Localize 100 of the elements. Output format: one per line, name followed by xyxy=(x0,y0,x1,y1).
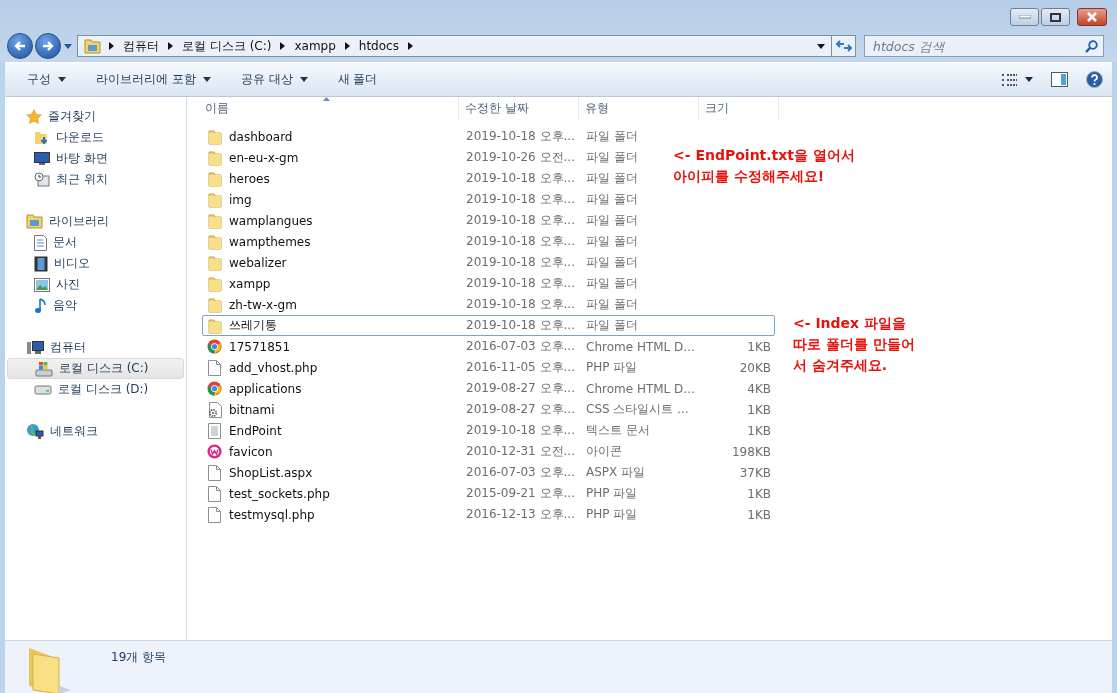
sidebar-item[interactable]: 로컬 디스크 (D:) xyxy=(7,379,184,400)
sidebar-item[interactable]: 비디오 xyxy=(7,253,184,274)
column-header[interactable]: 이름 xyxy=(187,97,459,119)
sidebar-item[interactable]: 바탕 화면 xyxy=(7,148,184,169)
sidebar-item[interactable]: 컴퓨터 xyxy=(7,337,184,358)
gear-file-icon xyxy=(207,401,222,418)
sidebar-item[interactable]: 네트워크 xyxy=(7,421,184,442)
modified-date: 2010-12-31 오전... xyxy=(466,443,575,460)
picture-icon xyxy=(34,277,50,292)
file-type: 파일 폴더 xyxy=(586,233,638,250)
folder-icon xyxy=(207,296,222,313)
forward-button[interactable] xyxy=(35,33,61,59)
document-icon xyxy=(34,234,47,251)
file-name: favicon xyxy=(229,444,273,459)
browser-icon xyxy=(207,381,222,396)
file-icon xyxy=(208,464,221,481)
sidebar-item[interactable]: 로컬 디스크 (C:) xyxy=(7,358,184,379)
maximize-button[interactable] xyxy=(1041,8,1070,26)
search-field[interactable]: htdocs 검색 xyxy=(864,35,1104,57)
sidebar-item[interactable]: 즐겨찾기 xyxy=(7,106,184,127)
annotation-note: <- Index 파일을 따로 폴더를 만들어 서 숨겨주세요. xyxy=(793,314,915,375)
refresh-button[interactable] xyxy=(832,35,856,57)
file-name: 쓰레기통 xyxy=(229,317,277,334)
file-type: PHP 파일 xyxy=(586,506,638,523)
file-name: test_sockets.php xyxy=(229,486,330,501)
modified-date: 2019-10-18 오후... xyxy=(466,191,575,208)
modified-date: 2019-10-18 오후... xyxy=(466,296,575,313)
breadcrumb-item[interactable]: 컴퓨터 xyxy=(123,37,159,55)
search-icon xyxy=(1085,40,1098,53)
breadcrumb-item[interactable]: xampp xyxy=(294,39,336,53)
modified-date: 2019-10-26 오전... xyxy=(466,149,575,166)
close-icon xyxy=(1086,12,1098,22)
file-icon xyxy=(208,359,221,376)
modified-date: 2019-10-18 오후... xyxy=(466,422,575,439)
wamp-logo-icon xyxy=(207,444,222,459)
file-type: CSS 스타일시트 ... xyxy=(586,401,689,418)
file-icon xyxy=(208,506,221,523)
column-header[interactable]: 수정한 날짜 xyxy=(459,97,579,119)
file-name: add_vhost.php xyxy=(229,360,318,375)
file-name: testmysql.php xyxy=(229,507,315,522)
chevron-icon xyxy=(168,42,173,50)
file-type: PHP 파일 xyxy=(586,485,638,502)
focused-row[interactable]: 쓰레기통 2019-10-18 오후... 파일 폴더 xyxy=(202,315,775,336)
file-name: heroes xyxy=(229,171,270,186)
sidebar-item[interactable]: 음악 xyxy=(7,295,184,316)
toolbar-button[interactable]: 공유 대상 xyxy=(230,67,318,92)
file-name: ShopList.aspx xyxy=(229,465,313,480)
caret-icon xyxy=(817,43,825,49)
breadcrumb-item[interactable]: htdocs xyxy=(358,39,399,53)
drive-icon xyxy=(34,384,52,395)
column-header[interactable]: 유형 xyxy=(579,97,699,119)
file-type: PHP 파일 xyxy=(586,359,638,376)
item-count: 19개 항목 xyxy=(111,649,167,666)
file-type: 파일 폴더 xyxy=(586,317,638,334)
file-name: applications xyxy=(229,381,302,396)
file-type: 파일 폴더 xyxy=(586,191,638,208)
address-bar[interactable]: 컴퓨터 로컬 디스크 (C:) xampp htdocs xyxy=(77,35,832,57)
folder-icon xyxy=(207,275,222,292)
toolbar-button[interactable]: 새 폴더 xyxy=(327,67,388,92)
star-icon xyxy=(26,108,42,125)
file-name: wamplangues xyxy=(229,213,313,228)
maximize-icon xyxy=(1050,12,1061,22)
modified-date: 2016-12-13 오후... xyxy=(466,506,575,523)
file-type: 텍스트 문서 xyxy=(586,422,650,439)
file-type: 파일 폴더 xyxy=(586,170,638,187)
column-header[interactable]: 크기 xyxy=(699,97,779,119)
modified-date: 2016-11-05 오후... xyxy=(466,359,575,376)
sidebar-item[interactable]: 최근 위치 xyxy=(7,169,184,190)
modified-date: 2019-08-27 오후... xyxy=(466,401,575,418)
modified-date: 2019-10-18 오후... xyxy=(466,233,575,250)
toolbar-button[interactable]: 라이브러리에 포함 xyxy=(86,67,221,92)
file-name: dashboard xyxy=(229,129,293,144)
sidebar-item[interactable]: 사진 xyxy=(7,274,184,295)
file-size: 1KB xyxy=(747,402,771,417)
folder-icon xyxy=(207,233,222,250)
sidebar-item[interactable]: 문서 xyxy=(7,232,184,253)
modified-date: 2019-10-18 오후... xyxy=(466,170,575,187)
modified-date: 2019-10-18 오후... xyxy=(466,317,575,334)
toolbar-button[interactable]: 구성 xyxy=(17,67,76,92)
minimize-icon xyxy=(1018,15,1031,19)
close-button[interactable] xyxy=(1077,8,1107,26)
file-type: 파일 폴더 xyxy=(586,275,638,292)
file-type: 파일 폴더 xyxy=(586,212,638,229)
file-type: 파일 폴더 xyxy=(586,149,638,166)
breadcrumb-item[interactable]: 로컬 디스크 (C:) xyxy=(182,37,272,55)
sidebar-item[interactable]: 라이브러리 xyxy=(7,211,184,232)
chevron-icon xyxy=(280,42,286,50)
file-size: 1KB xyxy=(747,507,771,522)
back-arrow-icon xyxy=(14,40,26,52)
sidebar-item[interactable]: 다운로드 xyxy=(7,127,184,148)
modified-date: 2019-08-27 오후... xyxy=(466,380,575,397)
chevron-icon xyxy=(344,42,350,50)
back-button[interactable] xyxy=(7,33,33,59)
view-list-icon xyxy=(1002,73,1018,86)
file-size: 4KB xyxy=(747,381,771,396)
modified-date: 2015-09-21 오후... xyxy=(466,485,575,502)
file-type: 아이콘 xyxy=(586,443,622,460)
folder-icon xyxy=(84,38,101,54)
history-dropdown-button[interactable] xyxy=(64,43,72,49)
file-name: webalizer xyxy=(229,255,287,270)
